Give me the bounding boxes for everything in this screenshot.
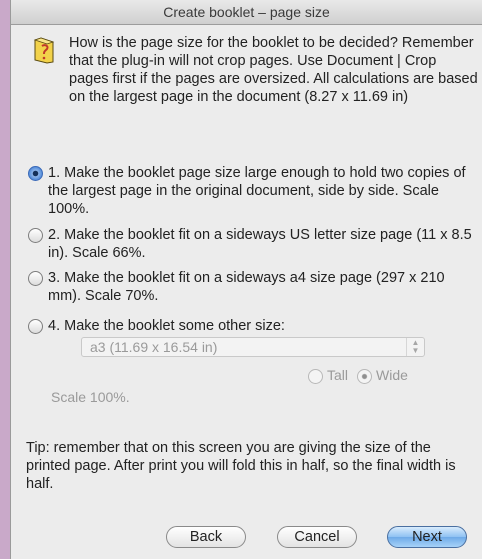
option-3-radio[interactable] bbox=[28, 271, 43, 286]
option-3-label[interactable]: 3. Make the booklet fit on a sideways a4… bbox=[48, 269, 478, 305]
next-button[interactable]: Next bbox=[387, 526, 467, 548]
document-icon bbox=[33, 36, 55, 64]
select-arrows-icon: ▲ ▼ bbox=[406, 338, 424, 356]
back-button[interactable]: Back bbox=[166, 526, 246, 548]
option-2-label[interactable]: 2. Make the booklet fit on a sideways US… bbox=[48, 226, 478, 262]
intro-text: How is the page size for the booklet to … bbox=[69, 35, 478, 105]
wide-label: Wide bbox=[376, 367, 408, 383]
window-title: Create booklet – page size bbox=[11, 0, 482, 25]
scale-label: Scale 100%. bbox=[51, 389, 130, 405]
option-4-label[interactable]: 4. Make the booklet some other size: bbox=[48, 317, 478, 335]
page-size-select[interactable]: a3 (11.69 x 16.54 in) ▲ ▼ bbox=[81, 337, 425, 357]
option-2-radio[interactable] bbox=[28, 228, 43, 243]
page-size-select-value: a3 (11.69 x 16.54 in) bbox=[90, 339, 218, 355]
cancel-button[interactable]: Cancel bbox=[277, 526, 357, 548]
tall-radio[interactable] bbox=[308, 369, 323, 384]
option-4-radio[interactable] bbox=[28, 319, 43, 334]
tall-label: Tall bbox=[327, 367, 349, 383]
option-1-label[interactable]: 1. Make the booklet page size large enou… bbox=[48, 164, 478, 218]
tip-text: Tip: remember that on this screen you ar… bbox=[26, 440, 456, 492]
option-1-radio[interactable] bbox=[28, 166, 43, 181]
wide-radio[interactable] bbox=[357, 369, 372, 384]
dialog-window: Create booklet – page size How is the pa… bbox=[10, 0, 482, 559]
